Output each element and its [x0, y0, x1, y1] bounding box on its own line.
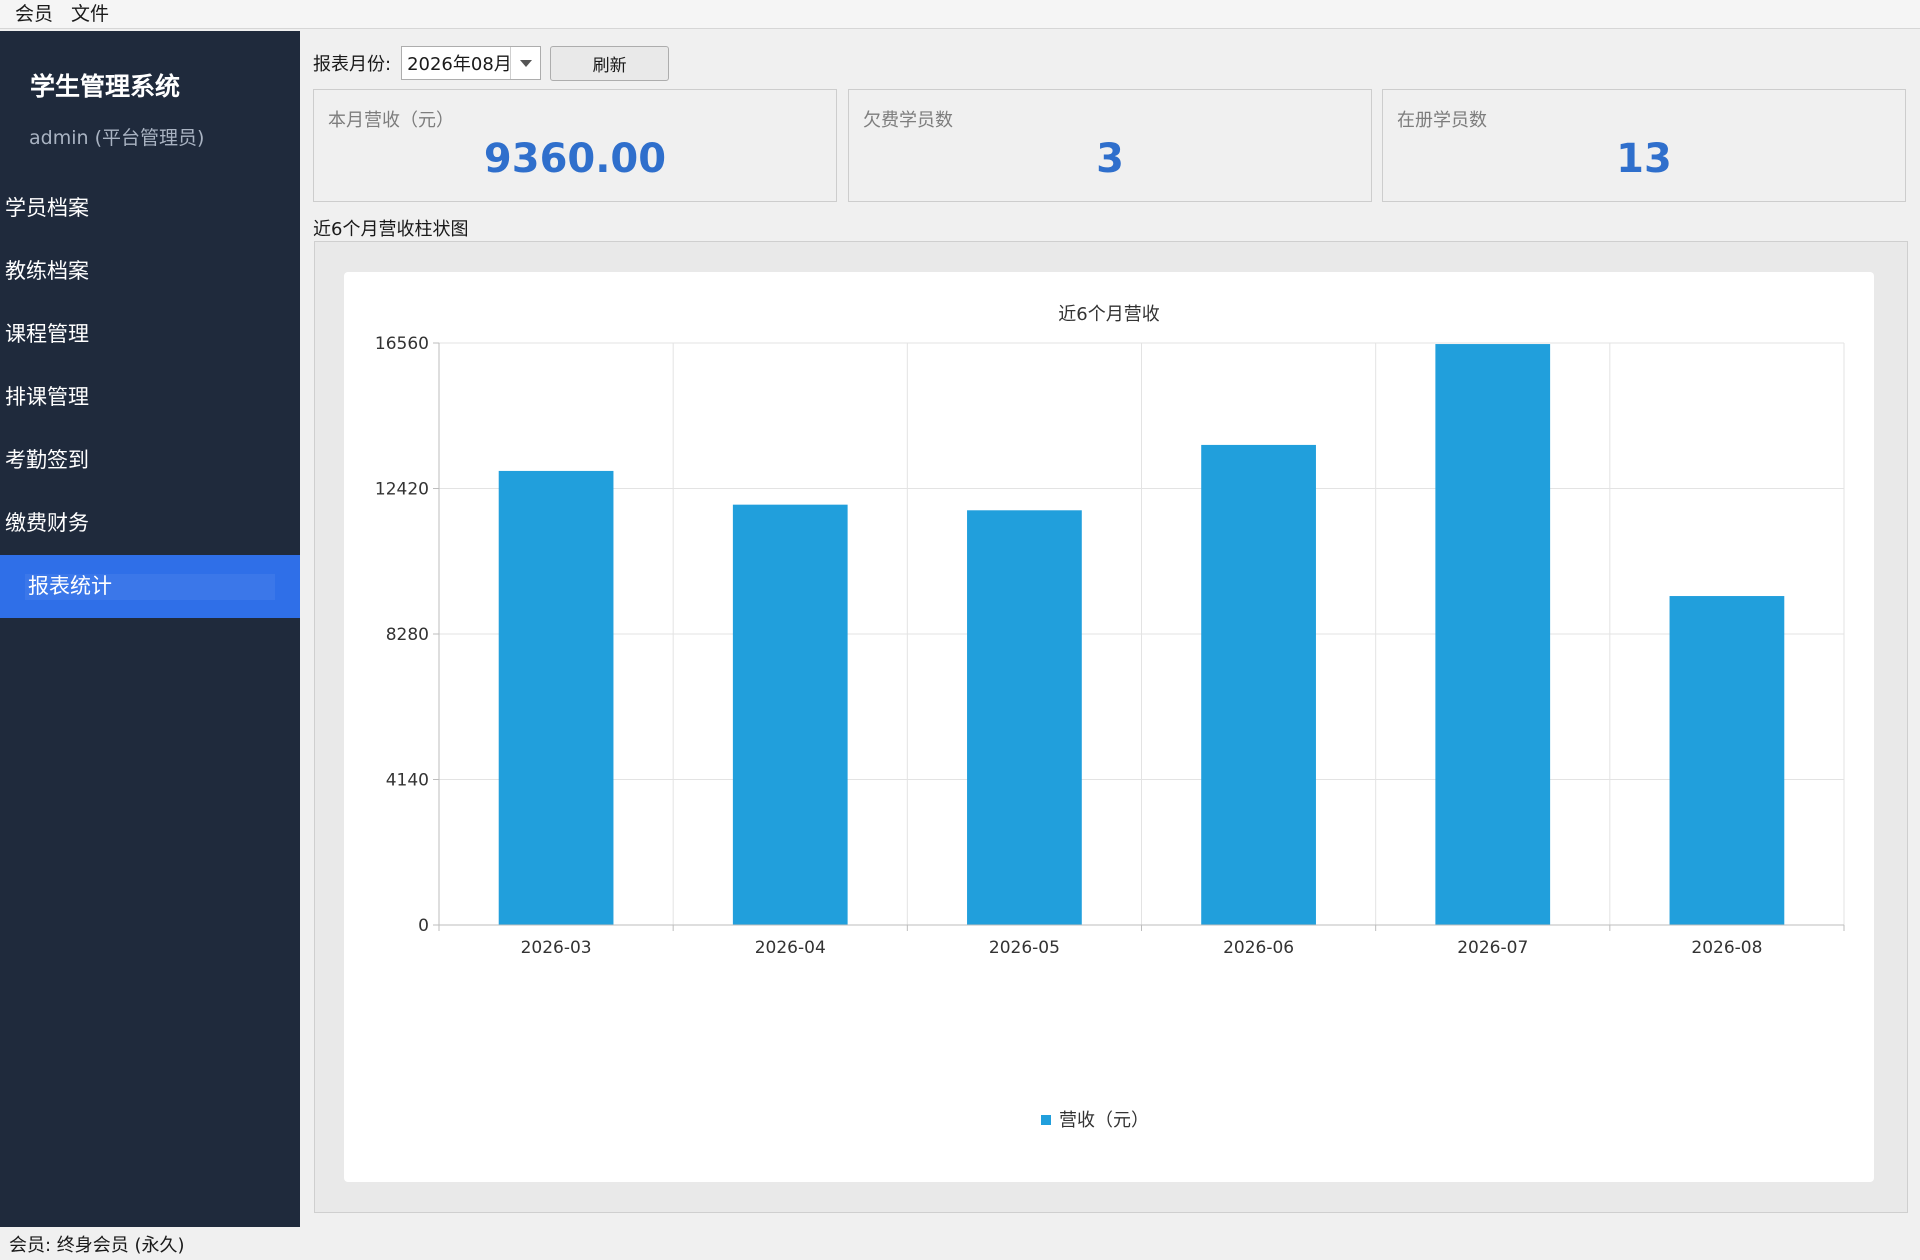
sidebar-nav: 学员档案 教练档案 课程管理 排课管理 考勤签到 缴费财务 报表统计: [0, 177, 300, 618]
x-tick-label: 2026-04: [755, 938, 826, 958]
sidebar-item-students[interactable]: 学员档案: [0, 177, 300, 240]
x-tick-label: 2026-07: [1457, 938, 1528, 958]
month-select-value: 2026年08月: [407, 54, 512, 75]
y-tick-label: 16560: [375, 334, 429, 354]
sidebar: 学生管理系统 admin (平台管理员) 学员档案 教练档案 课程管理 排课管理…: [0, 31, 300, 1227]
chart-grid: [438, 342, 1845, 926]
status-bar: 会员: 终身会员 (永久): [0, 1227, 1920, 1260]
sidebar-item-reports[interactable]: 报表统计: [0, 555, 300, 618]
bar-2026-08[interactable]: [1669, 596, 1785, 925]
revenue-bar-chart: 近6个月营收 0 4140 8280 12420 16560 2026-03 2026-04…: [375, 304, 1845, 1131]
stat-label: 本月营收（元）: [328, 110, 454, 131]
chart-panel: 近6个月营收 0 4140 8280 12420 16560 2026-03 2026-04…: [344, 272, 1874, 1182]
chart-title: 近6个月营收: [1058, 304, 1159, 325]
stat-value: 3: [1096, 136, 1124, 182]
sidebar-item-coaches[interactable]: 教练档案: [0, 240, 300, 303]
x-tick-label: 2026-03: [521, 938, 592, 958]
menu-member[interactable]: 会员: [0, 0, 64, 29]
chevron-down-icon[interactable]: [510, 47, 540, 79]
menu-file[interactable]: 文件: [64, 0, 120, 29]
stat-card-arrears: 欠费学员数 3: [848, 89, 1372, 202]
stat-card-enrolled: 在册学员数 13: [1382, 89, 1906, 202]
y-tick-label: 8280: [386, 625, 429, 645]
stat-value: 9360.00: [483, 136, 667, 182]
bar-2026-03[interactable]: [498, 470, 614, 925]
bar-2026-06[interactable]: [1201, 444, 1316, 925]
sidebar-item-courses[interactable]: 课程管理: [0, 303, 300, 366]
bar-2026-05[interactable]: [967, 510, 1082, 925]
membership-status: 会员: 终身会员 (永久): [9, 1234, 185, 1256]
month-label: 报表月份:: [313, 54, 392, 75]
y-tick-label: 0: [418, 916, 429, 936]
stat-card-revenue: 本月营收（元） 9360.00: [313, 89, 837, 202]
x-tick-label: 2026-05: [989, 938, 1060, 958]
stat-label: 欠费学员数: [863, 110, 953, 131]
y-tick-label: 12420: [375, 480, 429, 500]
x-tick-label: 2026-06: [1223, 938, 1294, 958]
bar-2026-07[interactable]: [1435, 344, 1551, 926]
sidebar-item-payments[interactable]: 缴费财务: [0, 492, 300, 555]
y-tick-label: 4140: [386, 771, 429, 791]
x-tick-label: 2026-08: [1691, 938, 1762, 958]
stat-value: 13: [1616, 136, 1672, 182]
current-user: admin (平台管理员): [29, 127, 205, 149]
month-select[interactable]: 2026年08月: [401, 46, 542, 80]
sidebar-item-attendance[interactable]: 考勤签到: [0, 429, 300, 492]
stat-label: 在册学员数: [1397, 110, 1487, 131]
chart-caption: 近6个月营收柱状图: [313, 219, 469, 240]
legend-swatch: [1041, 1115, 1051, 1125]
sidebar-item-schedule[interactable]: 排课管理: [0, 366, 300, 429]
refresh-button[interactable]: 刷新: [550, 45, 670, 81]
report-toolbar: 报表月份: 2026年08月 刷新: [313, 45, 670, 81]
bar-2026-04[interactable]: [732, 504, 848, 925]
app-title: 学生管理系统: [30, 72, 181, 101]
chart-legend: 营收（元）: [1041, 1110, 1149, 1131]
legend-label: 营收（元）: [1059, 1110, 1149, 1131]
menu-bar: 会员 文件: [0, 0, 1920, 29]
